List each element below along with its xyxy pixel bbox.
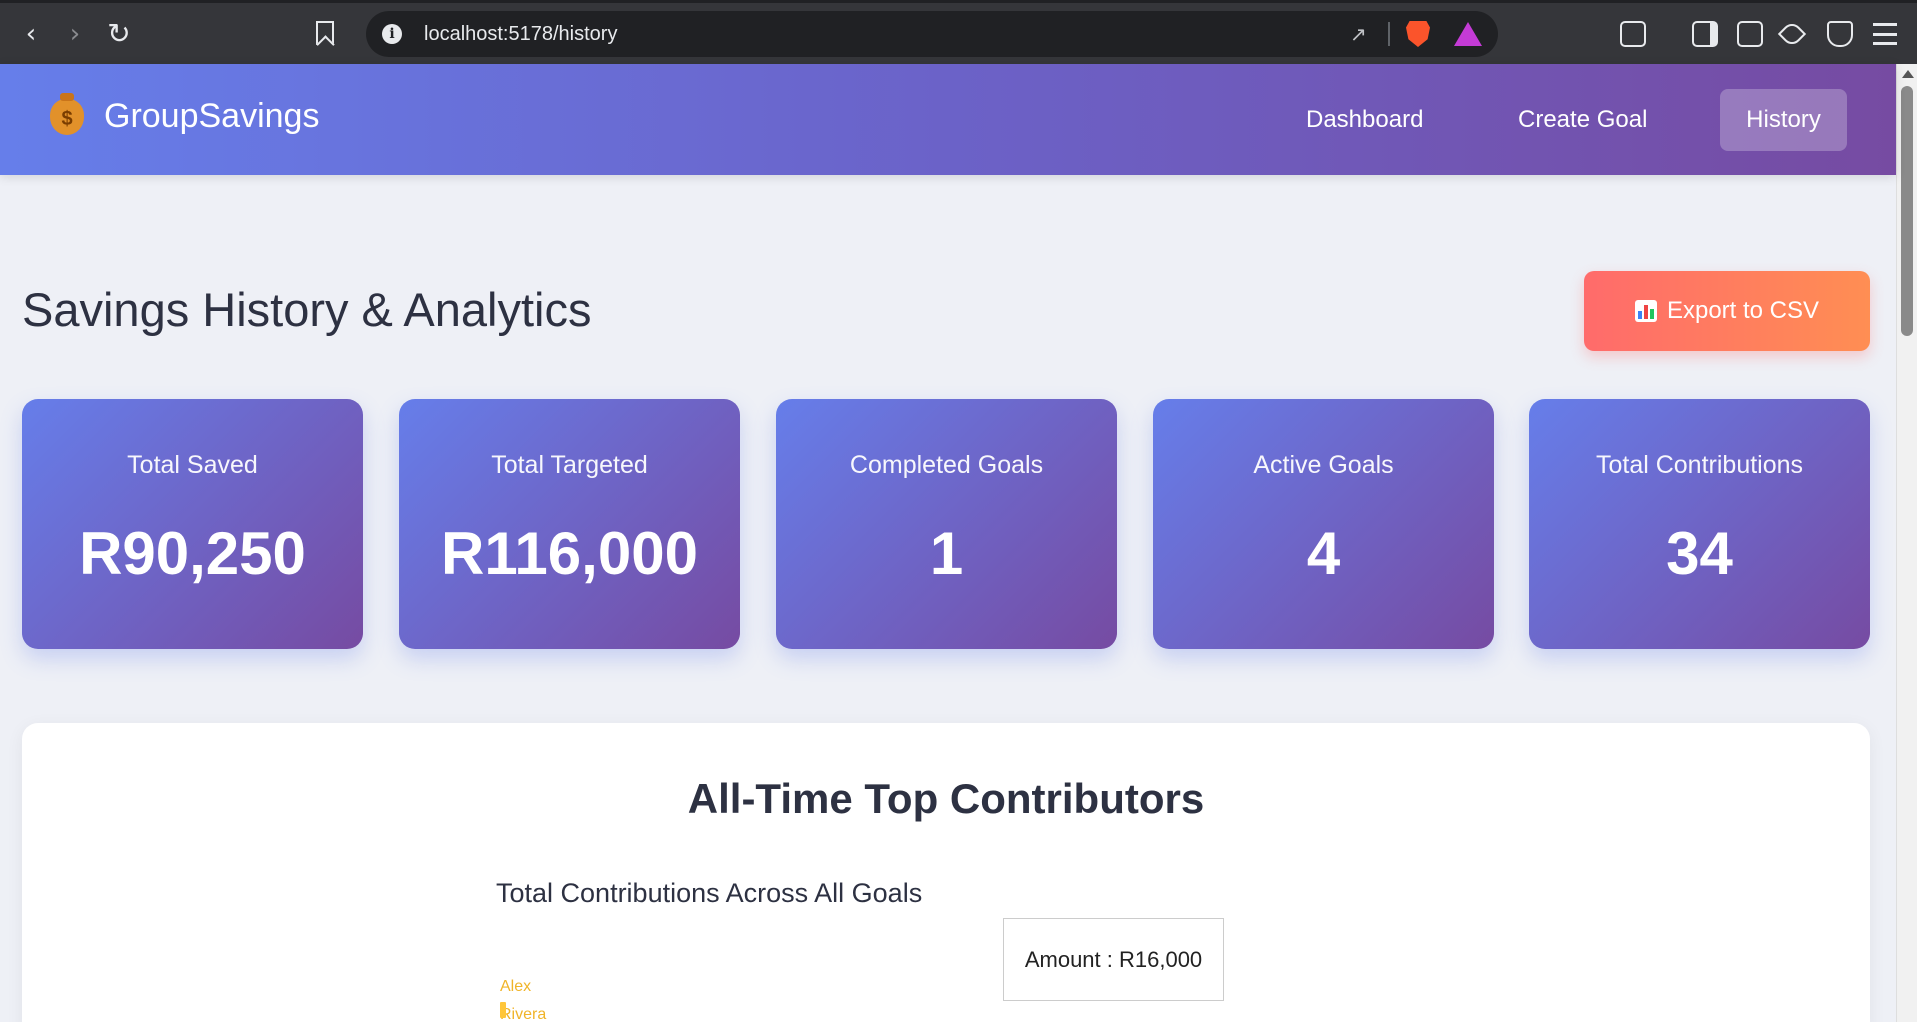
stat-label: Total Saved [127, 451, 258, 479]
scrollbar[interactable] [1896, 64, 1917, 1022]
contributors-chart[interactable]: Alex Rivera [492, 973, 1492, 1022]
stat-label: Completed Goals [849, 451, 1044, 479]
stat-label: Total Targeted [491, 451, 648, 479]
menu-icon[interactable] [1873, 23, 1897, 45]
leo-ai-icon[interactable] [1777, 19, 1807, 49]
bookmark-icon[interactable] [316, 21, 334, 45]
stat-value: R116,000 [441, 520, 698, 587]
top-contributors-card: All-Time Top Contributors Total Contribu… [22, 723, 1870, 1022]
divider [1388, 22, 1390, 46]
brand-name: GroupSavings [104, 97, 320, 135]
nav-dashboard[interactable]: Dashboard [1284, 89, 1445, 151]
bar-alex-rivera[interactable] [500, 1002, 506, 1018]
stat-card-active-goals: Active Goals 4 [1153, 399, 1494, 649]
stat-card-total-saved: Total Saved R90,250 [22, 399, 363, 649]
nav-create-goal[interactable]: Create Goal [1496, 89, 1669, 151]
forward-icon[interactable]: › [58, 17, 92, 51]
chart-title: Total Contributions Across All Goals [496, 878, 923, 908]
stat-card-completed-goals: Completed Goals 1 [776, 399, 1117, 649]
wallet-icon[interactable] [1737, 21, 1763, 47]
stat-label: Total Contributions [1595, 451, 1804, 479]
stat-value: 4 [1306, 520, 1341, 587]
nav-history[interactable]: History [1720, 89, 1847, 151]
section-title: All-Time Top Contributors [687, 775, 1205, 822]
share-icon[interactable]: ↗ [1350, 22, 1374, 46]
brand-logo[interactable]: $ GroupSavings [50, 92, 320, 136]
address-bar[interactable]: i localhost:5178/history ↗ [366, 11, 1498, 57]
back-icon[interactable]: ‹ [14, 17, 48, 51]
export-csv-label: Export to CSV [1666, 297, 1820, 324]
brave-rewards-icon[interactable] [1454, 22, 1482, 46]
page-title: Savings History & Analytics [22, 283, 592, 336]
browser-toolbar: ‹ › ↻ i localhost:5178/history ↗ [0, 0, 1917, 64]
stat-value: 1 [929, 520, 964, 587]
stat-card-total-contributions: Total Contributions 34 [1529, 399, 1870, 649]
stat-value: 34 [1666, 520, 1733, 587]
brave-shields-icon[interactable] [1406, 21, 1430, 47]
stat-label: Active Goals [1253, 451, 1394, 479]
reload-icon[interactable]: ↻ [102, 17, 136, 51]
vpn-shield-icon[interactable] [1827, 21, 1853, 47]
money-bag-icon: $ [50, 92, 84, 135]
stat-value: R90,250 [79, 520, 306, 587]
app-header: $ GroupSavings Dashboard Create Goal His… [0, 64, 1896, 175]
stats-grid: Total Saved R90,250 Total Targeted R116,… [22, 399, 1870, 649]
export-csv-button[interactable]: Export to CSV [1584, 271, 1870, 351]
url-text[interactable]: localhost:5178/history [424, 23, 617, 46]
sidebar-icon[interactable] [1692, 21, 1718, 47]
scroll-thumb[interactable] [1901, 86, 1913, 336]
bar-chart-icon [1634, 300, 1657, 322]
screenshot-icon[interactable] [1620, 21, 1646, 47]
stat-card-total-targeted: Total Targeted R116,000 [399, 399, 740, 649]
site-info-icon[interactable]: i [382, 24, 402, 44]
scroll-up-icon[interactable] [1902, 70, 1914, 78]
tick-label: Alex Rivera [500, 978, 547, 1022]
